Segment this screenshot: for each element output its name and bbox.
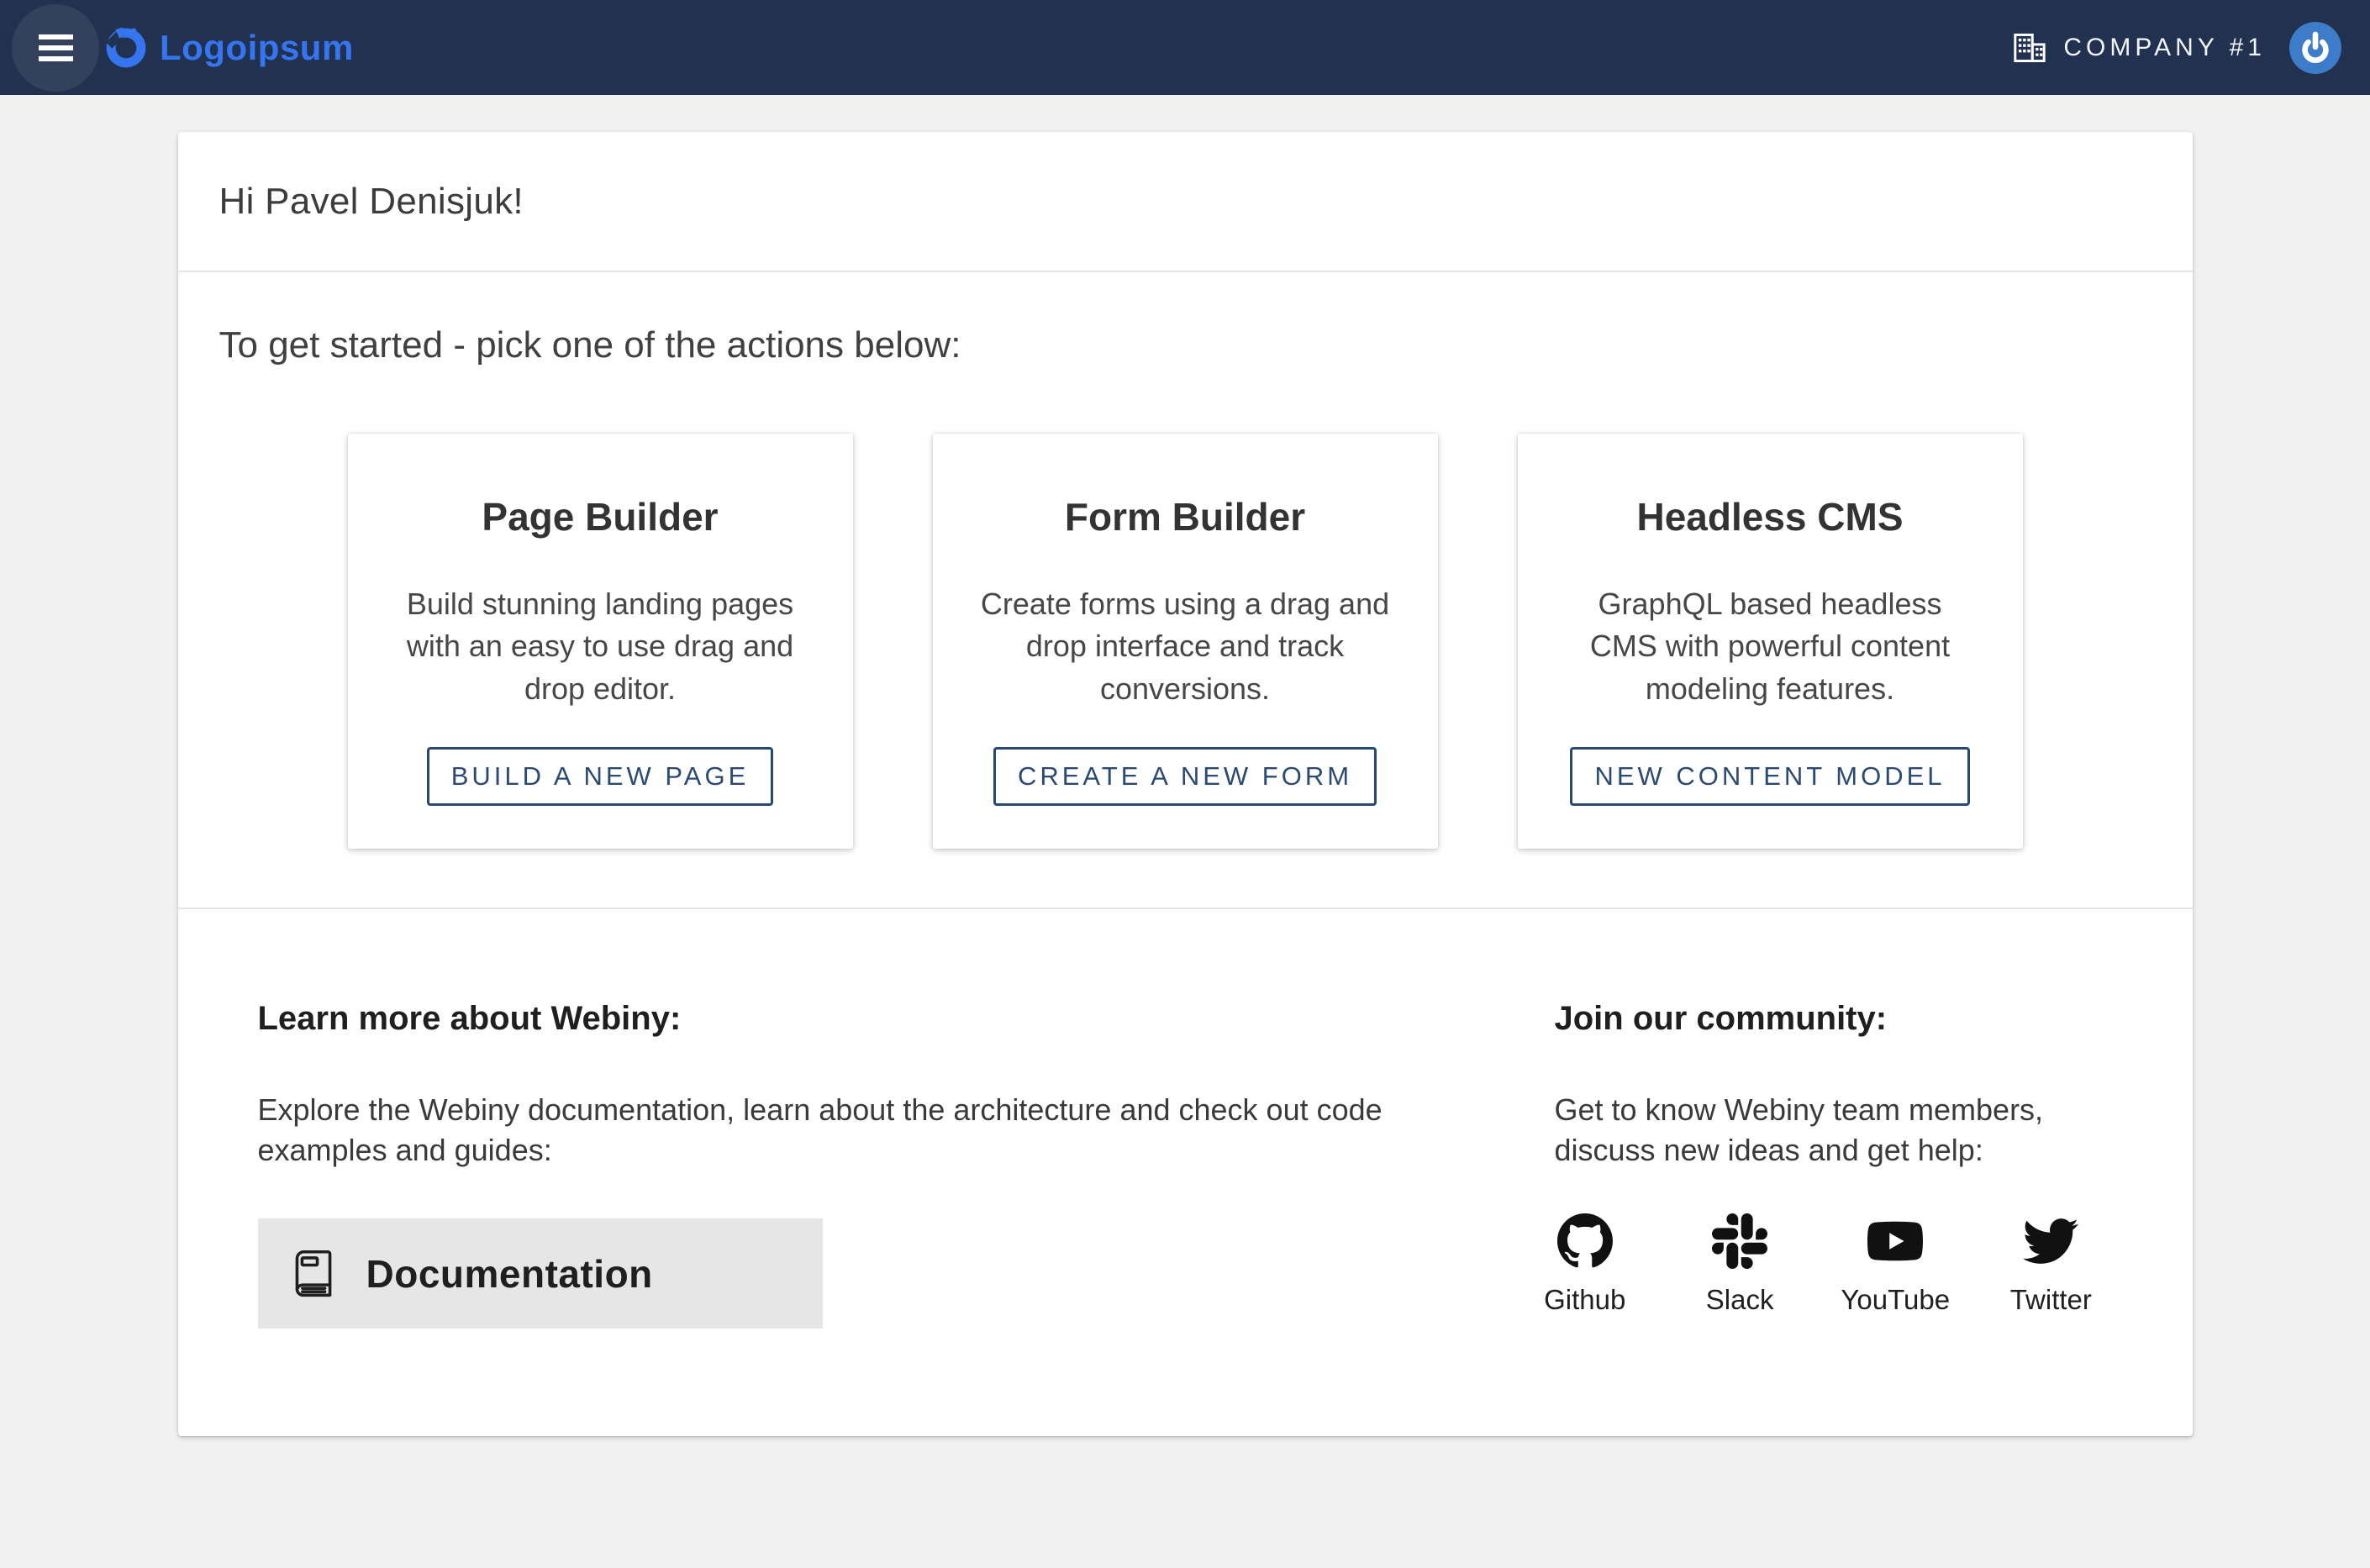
action-card-form-builder: Form Builder Create forms using a drag a…: [933, 434, 1438, 849]
twitter-link[interactable]: Twitter: [1997, 1213, 2104, 1316]
social-label: Github: [1544, 1284, 1625, 1316]
youtube-icon: [1867, 1213, 1923, 1269]
learn-more-description: Explore the Webiny documentation, learn …: [258, 1090, 1460, 1170]
get-started-intro: To get started - pick one of the actions…: [219, 324, 2151, 366]
avatar-power-icon: [2289, 22, 2341, 74]
social-links-row: Github Slack YouTube: [1531, 1213, 2105, 1316]
learn-more-heading: Learn more about Webiny:: [258, 1000, 1460, 1038]
documentation-link[interactable]: Documentation: [258, 1218, 823, 1329]
github-link[interactable]: Github: [1531, 1213, 1639, 1316]
logo-text: Logoipsum: [160, 28, 354, 68]
hamburger-menu-button[interactable]: [12, 4, 99, 92]
social-label: Slack: [1706, 1284, 1774, 1316]
build-new-page-button[interactable]: BUILD A NEW PAGE: [427, 747, 774, 806]
greeting-section: Hi Pavel Denisjuk!: [178, 132, 2193, 271]
app-header: Logoipsum COMPANY #1: [0, 0, 2370, 95]
github-icon: [1557, 1213, 1613, 1269]
community-column: Join our community: Get to know Webiny t…: [1555, 1000, 2105, 1329]
social-label: YouTube: [1841, 1284, 1950, 1316]
action-card-page-builder: Page Builder Build stunning landing page…: [348, 434, 853, 849]
user-avatar-button[interactable]: [2289, 22, 2341, 74]
card-description: GraphQL based headless CMS with powerful…: [1564, 583, 1977, 710]
youtube-link[interactable]: YouTube: [1841, 1213, 1950, 1316]
action-cards-row: Page Builder Build stunning landing page…: [219, 434, 2151, 849]
building-icon: [2013, 33, 2046, 63]
book-icon: [289, 1248, 338, 1300]
card-title: Page Builder: [482, 494, 718, 539]
greeting-heading: Hi Pavel Denisjuk!: [219, 181, 524, 223]
resources-section: Learn more about Webiny: Explore the Web…: [178, 909, 2193, 1436]
learn-more-column: Learn more about Webiny: Explore the Web…: [258, 1000, 1460, 1329]
card-title: Form Builder: [1065, 494, 1305, 539]
community-heading: Join our community:: [1555, 1000, 2105, 1038]
company-label: COMPANY #1: [2063, 34, 2266, 62]
get-started-section: To get started - pick one of the actions…: [178, 272, 2193, 908]
slack-icon: [1712, 1213, 1767, 1269]
card-description: Build stunning landing pages with an eas…: [394, 583, 807, 710]
action-card-headless-cms: Headless CMS GraphQL based headless CMS …: [1518, 434, 2023, 849]
new-content-model-button[interactable]: NEW CONTENT MODEL: [1570, 747, 1969, 806]
slack-link[interactable]: Slack: [1686, 1213, 1793, 1316]
card-title: Headless CMS: [1636, 494, 1903, 539]
welcome-card: Hi Pavel Denisjuk! To get started - pick…: [178, 132, 2193, 1436]
app-logo[interactable]: Logoipsum: [104, 26, 354, 70]
documentation-label: Documentation: [366, 1251, 653, 1297]
community-description: Get to know Webiny team members, discuss…: [1555, 1090, 2105, 1170]
twitter-icon: [2023, 1213, 2078, 1269]
logoipsum-icon: [104, 26, 148, 70]
create-new-form-button[interactable]: CREATE A NEW FORM: [993, 747, 1377, 806]
social-label: Twitter: [2010, 1284, 2092, 1316]
card-description: Create forms using a drag and drop inter…: [979, 583, 1392, 710]
hamburger-icon: [39, 34, 73, 61]
company-selector[interactable]: COMPANY #1: [2013, 33, 2266, 63]
